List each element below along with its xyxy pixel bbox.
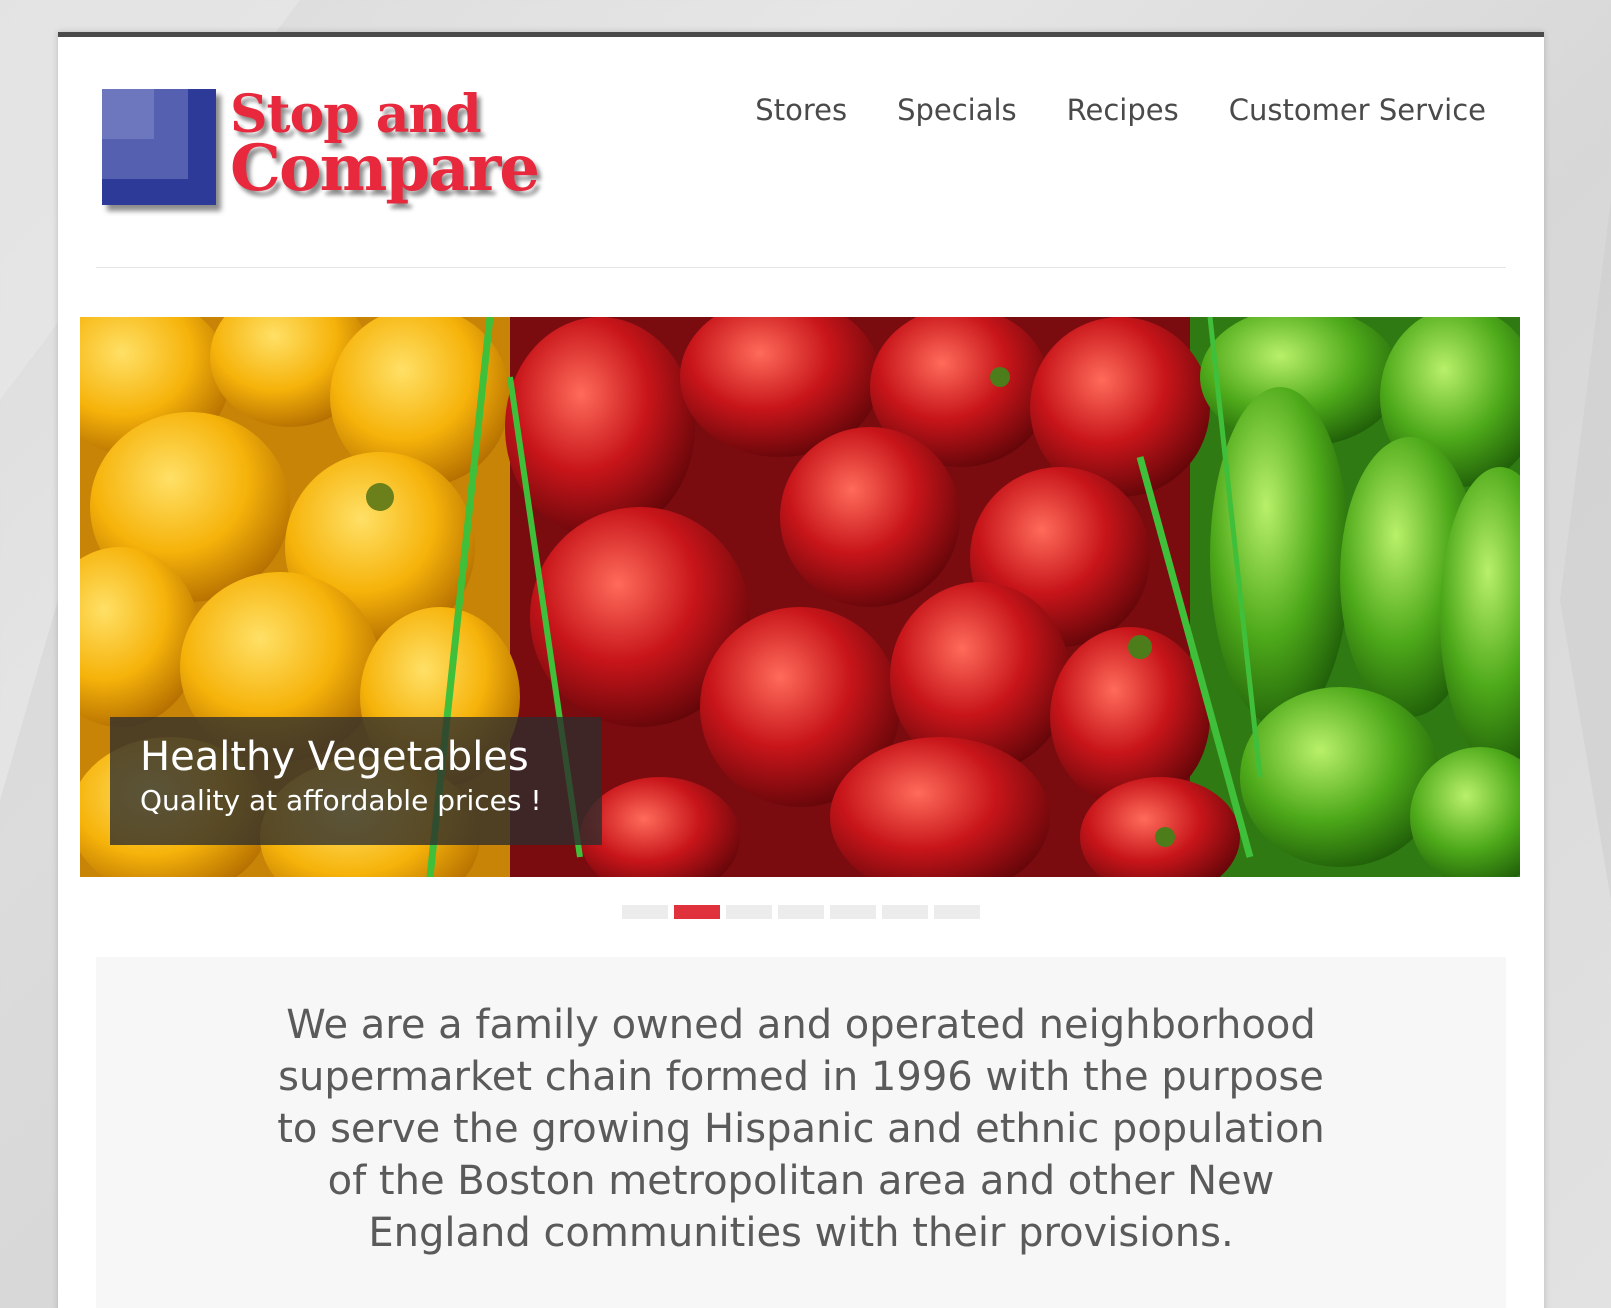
header-divider xyxy=(96,267,1506,268)
slider-pagination xyxy=(58,905,1544,919)
nav-item-stores[interactable]: Stores xyxy=(755,93,847,127)
page-container: Stop and Compare Stores Specials Recipes… xyxy=(58,32,1544,1308)
logo-wordmark: Stop and Compare xyxy=(230,89,540,206)
logo-square-icon xyxy=(102,89,216,205)
slider-dot[interactable] xyxy=(882,905,928,919)
slide-caption-subtitle: Quality at affordable prices ! xyxy=(140,784,542,817)
slider-dot[interactable] xyxy=(830,905,876,919)
slide-caption: Healthy Vegetables Quality at affordable… xyxy=(110,717,602,845)
main-nav: Stores Specials Recipes Customer Service xyxy=(705,93,1486,127)
nav-item-customer-service[interactable]: Customer Service xyxy=(1229,93,1486,127)
slider-dot[interactable] xyxy=(934,905,980,919)
about-section: We are a family owned and operated neigh… xyxy=(96,957,1506,1308)
slider-dot[interactable] xyxy=(726,905,772,919)
slider-dot[interactable] xyxy=(778,905,824,919)
about-text: We are a family owned and operated neigh… xyxy=(277,1002,1325,1256)
nav-item-specials[interactable]: Specials xyxy=(897,93,1017,127)
slider-dot[interactable] xyxy=(622,905,668,919)
logo-line-2: Compare xyxy=(230,131,540,206)
nav-item-recipes[interactable]: Recipes xyxy=(1067,93,1179,127)
slider-dot-active[interactable] xyxy=(674,905,720,919)
site-logo[interactable]: Stop and Compare xyxy=(102,89,542,229)
hero-slider[interactable]: Healthy Vegetables Quality at affordable… xyxy=(80,317,1520,877)
slide-caption-title: Healthy Vegetables xyxy=(140,734,529,780)
